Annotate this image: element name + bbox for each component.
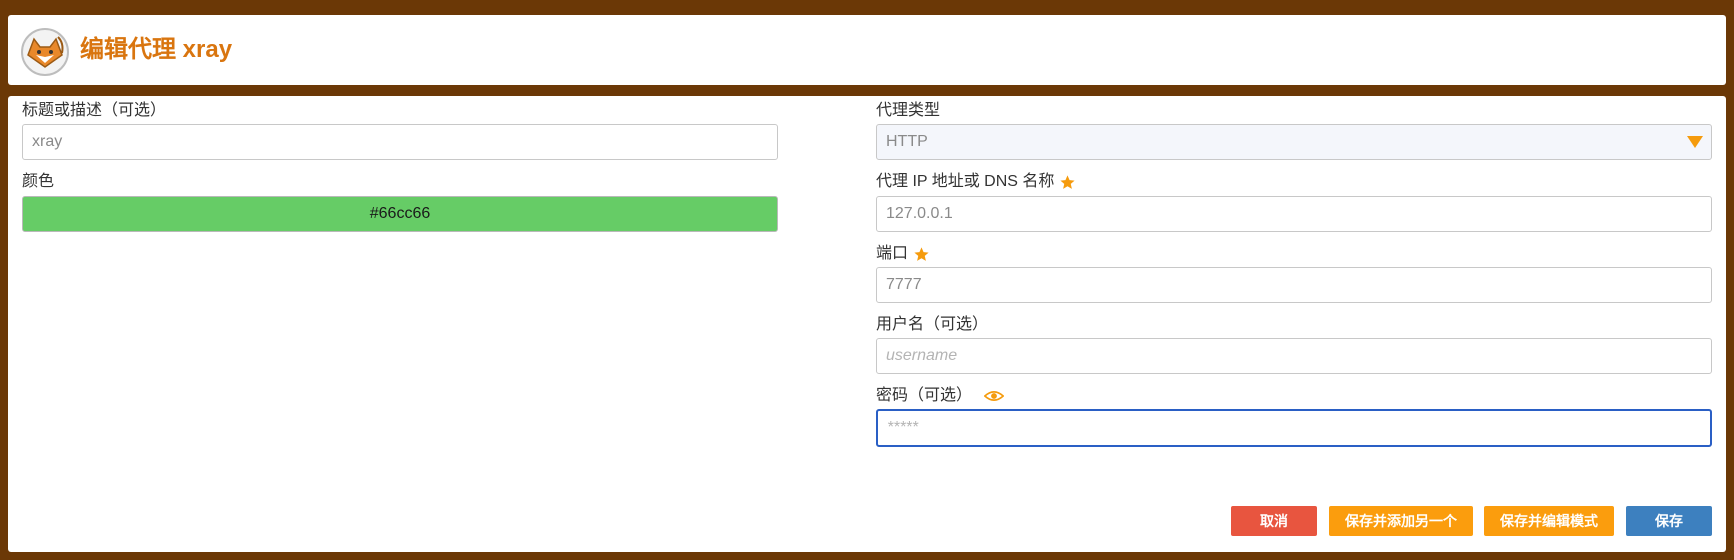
page-title: 编辑代理 xray (80, 36, 233, 63)
username-input[interactable] (876, 338, 1712, 374)
color-label: 颜色 (22, 173, 55, 190)
port-input[interactable] (876, 267, 1712, 303)
proxy-type-value: HTTP (886, 133, 928, 150)
proxy-form: 标题或描述（可选） 颜色 #66cc66 代理类型 HTTP 代理 IP 地址或… (8, 96, 1726, 552)
port-label: 端口 (876, 245, 909, 262)
host-label: 代理 IP 地址或 DNS 名称 (876, 173, 1055, 190)
port-label-row: 端口 (876, 244, 930, 264)
title-input[interactable] (22, 124, 778, 160)
password-input[interactable] (876, 409, 1712, 447)
host-input[interactable] (876, 196, 1712, 232)
star-icon (914, 246, 929, 261)
save-and-edit-button[interactable]: 保存并编辑模式 (1484, 506, 1614, 536)
fox-logo-icon (21, 28, 69, 76)
eye-icon[interactable] (984, 388, 1005, 404)
username-label: 用户名（可选） (876, 316, 989, 333)
proxy-type-label: 代理类型 (876, 102, 941, 119)
proxy-type-select[interactable]: HTTP (876, 124, 1712, 160)
password-label: 密码（可选） (876, 387, 973, 404)
triangle-down-icon (1687, 136, 1703, 148)
color-picker[interactable]: #66cc66 (22, 196, 778, 232)
cancel-button[interactable]: 取消 (1231, 506, 1317, 536)
title-label: 标题或描述（可选） (22, 102, 167, 119)
star-icon (1060, 174, 1075, 189)
host-label-row: 代理 IP 地址或 DNS 名称 (876, 172, 1076, 192)
header-bar: 编辑代理 xray (8, 15, 1726, 85)
save-button[interactable]: 保存 (1626, 506, 1712, 536)
save-and-add-button[interactable]: 保存并添加另一个 (1329, 506, 1473, 536)
password-label-row: 密码（可选） (876, 386, 1005, 406)
